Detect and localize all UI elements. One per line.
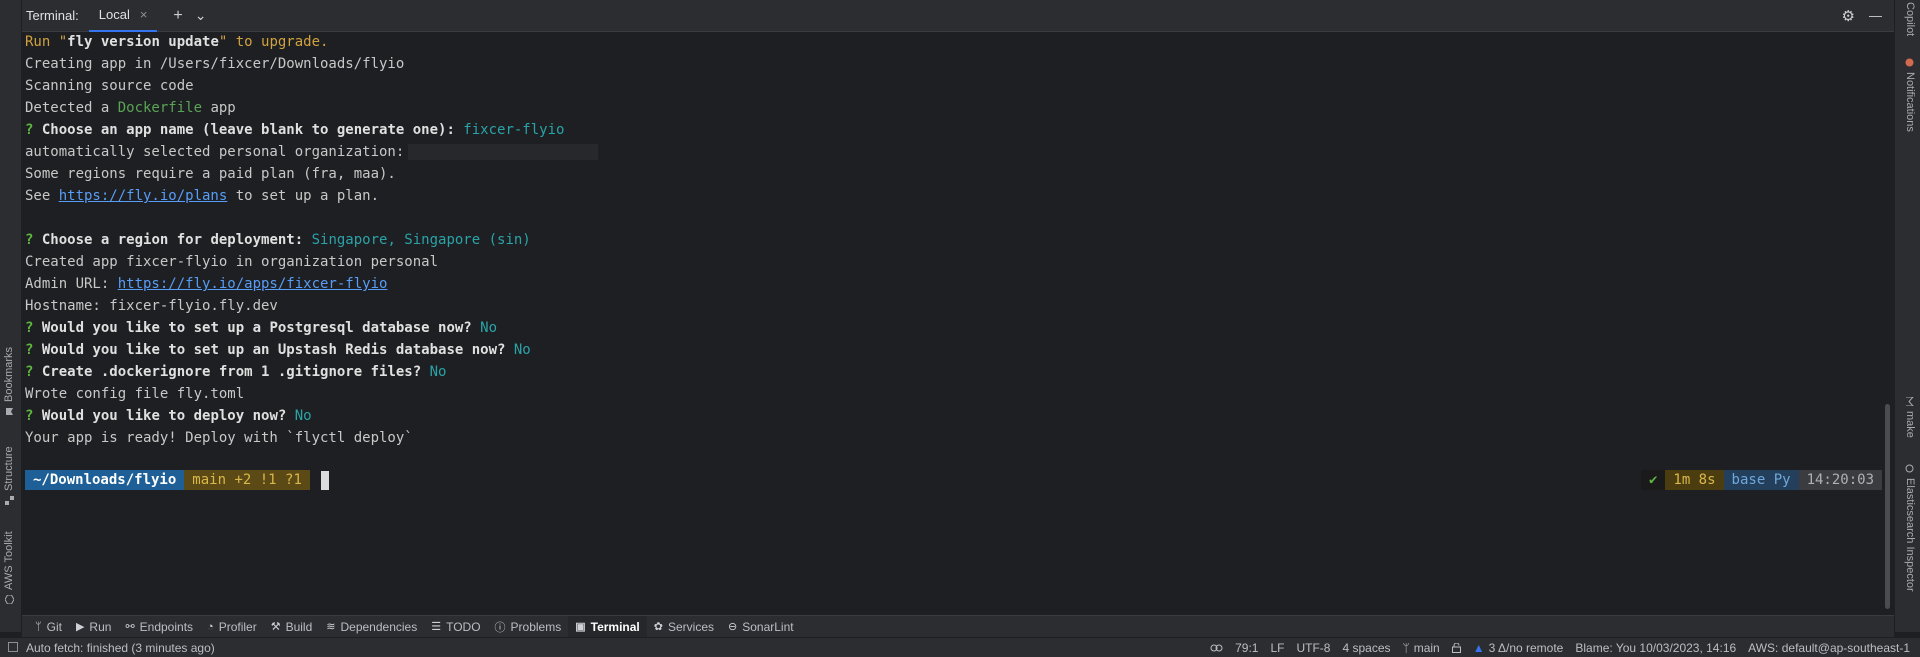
indent-setting[interactable]: 4 spaces — [1342, 641, 1390, 655]
sonarlint-icon: ⊖ — [728, 621, 738, 633]
output-line: Wrote config file fly.toml — [25, 386, 245, 402]
output-line: Hostname: fixcer-flyio.fly.dev — [25, 298, 278, 314]
left-tool-strip: Bookmarks Structure AWS Toolkit — [0, 0, 22, 632]
shell-prompt: ~/Downloads/flyio main +2 !1 ?1 — [25, 470, 329, 490]
elasticsearch-inspector-tool[interactable]: Elasticsearch Inspector — [1904, 464, 1916, 592]
terminal-scrollbar[interactable] — [1885, 404, 1890, 609]
text-cursor — [320, 470, 329, 490]
profiler-icon: ◔ — [207, 620, 214, 633]
tab-sonarlint[interactable]: ⊖ SonarLint — [721, 616, 801, 638]
check-icon: ✔ — [1640, 470, 1666, 490]
admin-url-link[interactable]: https://fly.io/apps/fixcer-flyio — [118, 276, 388, 292]
output-line: See https://fly.io/plans to set up a pla… — [25, 188, 380, 204]
status-bar: Auto fetch: finished (3 minutes ago) 79:… — [0, 637, 1920, 657]
tool-window-bar: ᛘ Git ▶ Run ⚯ Endpoints ◔ Profiler ⚒ Build ≋ D… — [22, 615, 1894, 638]
prompt-git-status: main +2 !1 ?1 — [184, 470, 310, 490]
make-tool[interactable]: make — [1904, 396, 1916, 438]
warning-icon: ▲ — [1472, 640, 1485, 655]
output-line: Created app fixcer-flyio in organization… — [25, 254, 439, 270]
tab-git[interactable]: ᛘ Git — [28, 616, 69, 638]
tab-services[interactable]: ✿ Services — [647, 616, 721, 638]
output-line: ? Choose a region for deployment: Singap… — [25, 232, 531, 248]
terminal-header: Terminal: Local × + ⌄ ⚙ — — [22, 0, 1894, 32]
tab-run[interactable]: ▶ Run — [69, 616, 118, 638]
tab-dependencies[interactable]: ≋ Dependencies — [319, 616, 424, 638]
info-icon: ⓘ — [494, 621, 506, 634]
tab-todo[interactable]: ☰ TODO — [424, 616, 487, 638]
right-prompt: ✔ 1m 8s base Py 14:20:03 — [1640, 470, 1882, 490]
prompt-time: 14:20:03 — [1798, 470, 1882, 490]
tab-terminal[interactable]: ▣ Terminal — [568, 615, 647, 638]
aws-toolkit-tool[interactable]: AWS Toolkit — [3, 531, 15, 605]
output-line: automatically selected personal organiza… — [25, 141, 599, 163]
auto-fetch-status[interactable]: Auto fetch: finished (3 minutes ago) — [26, 641, 215, 655]
output-line: Your app is ready! Deploy with `flyctl d… — [25, 430, 413, 446]
terminal-title: Terminal: — [26, 8, 79, 23]
terminal-output[interactable]: Run "fly version update" to upgrade. Cre… — [22, 33, 1894, 615]
bookmark-icon — [5, 407, 14, 416]
aws-icon — [3, 594, 15, 605]
panel-toggle-icon[interactable] — [8, 641, 18, 655]
remote-status[interactable]: ▲ 3 Δ/no remote — [1473, 641, 1564, 655]
minimize-icon[interactable]: — — [1869, 8, 1882, 23]
make-icon — [1906, 396, 1915, 407]
output-line: Scanning source code — [25, 78, 194, 94]
terminal-icon: ▣ — [575, 621, 586, 633]
tab-label: Local — [98, 7, 130, 22]
services-icon: ✿ — [653, 621, 663, 633]
add-tab-icon[interactable]: + — [173, 7, 182, 25]
caret-position[interactable]: 79:1 — [1235, 641, 1258, 655]
line-separator[interactable]: LF — [1270, 641, 1284, 655]
tab-build[interactable]: ⚒ Build — [264, 616, 320, 638]
tab-problems[interactable]: ⓘ Problems — [488, 616, 569, 638]
run-icon: ▶ — [75, 621, 85, 633]
output-line: ? Choose an app name (leave blank to gen… — [25, 122, 565, 138]
layers-icon: ≋ — [326, 621, 336, 633]
plans-link[interactable]: https://fly.io/plans — [59, 188, 228, 204]
git-branch-icon: ᛘ — [1402, 640, 1410, 655]
copilot-status-icon[interactable] — [1210, 642, 1223, 653]
bell-icon — [1906, 58, 1915, 67]
prompt-duration: 1m 8s — [1665, 470, 1724, 490]
output-line: ? Would you like to deploy now? No — [25, 408, 312, 424]
output-line: ? Would you like to set up a Postgresql … — [25, 320, 498, 336]
tab-endpoints[interactable]: ⚯ Endpoints — [118, 616, 200, 638]
tab-profiler[interactable]: ◔ Profiler — [200, 616, 264, 638]
elasticsearch-icon — [1906, 464, 1915, 473]
vcs-branch[interactable]: ᛘ main — [1403, 641, 1440, 655]
tab-local[interactable]: Local × — [88, 0, 158, 32]
output-line: Some regions require a paid plan (fra, m… — [25, 166, 396, 182]
prompt-directory: ~/Downloads/flyio — [25, 470, 185, 490]
notifications-tool[interactable]: Notifications — [1904, 58, 1916, 132]
close-icon[interactable]: × — [140, 7, 148, 22]
output-line: Detected a Dockerfile app — [25, 100, 236, 116]
copilot-tool[interactable]: Copilot — [1904, 2, 1916, 36]
chevron-down-icon[interactable]: ⌄ — [195, 7, 207, 24]
endpoints-icon: ⚯ — [125, 621, 135, 633]
output-line: ? Would you like to set up an Upstash Re… — [25, 342, 531, 358]
structure-icon — [4, 496, 14, 505]
file-encoding[interactable]: UTF-8 — [1296, 641, 1330, 655]
lock-icon[interactable] — [1451, 642, 1461, 653]
redacted-block — [408, 144, 599, 160]
git-branch-icon: ᛘ — [35, 620, 42, 633]
output-line: Creating app in /Users/fixcer/Downloads/… — [25, 56, 405, 72]
hammer-icon: ⚒ — [270, 621, 281, 633]
bookmarks-tool[interactable]: Bookmarks — [3, 347, 15, 416]
gear-icon[interactable]: ⚙ — [1842, 7, 1855, 25]
right-tool-strip: Copilot Notifications make Elasticsearch… — [1894, 0, 1920, 632]
output-line: ? Create .dockerignore from 1 .gitignore… — [25, 364, 447, 380]
output-line: Admin URL: https://fly.io/apps/fixcer-fl… — [25, 276, 388, 292]
output-line: Run "fly version update" to upgrade. — [25, 34, 329, 50]
prompt-env: base Py — [1723, 470, 1799, 490]
blame-info[interactable]: Blame: You 10/03/2023, 14:16 — [1575, 641, 1736, 655]
aws-profile[interactable]: AWS: default@ap-southeast-1 — [1748, 641, 1910, 655]
list-icon: ☰ — [431, 621, 442, 633]
structure-tool[interactable]: Structure — [3, 446, 15, 505]
